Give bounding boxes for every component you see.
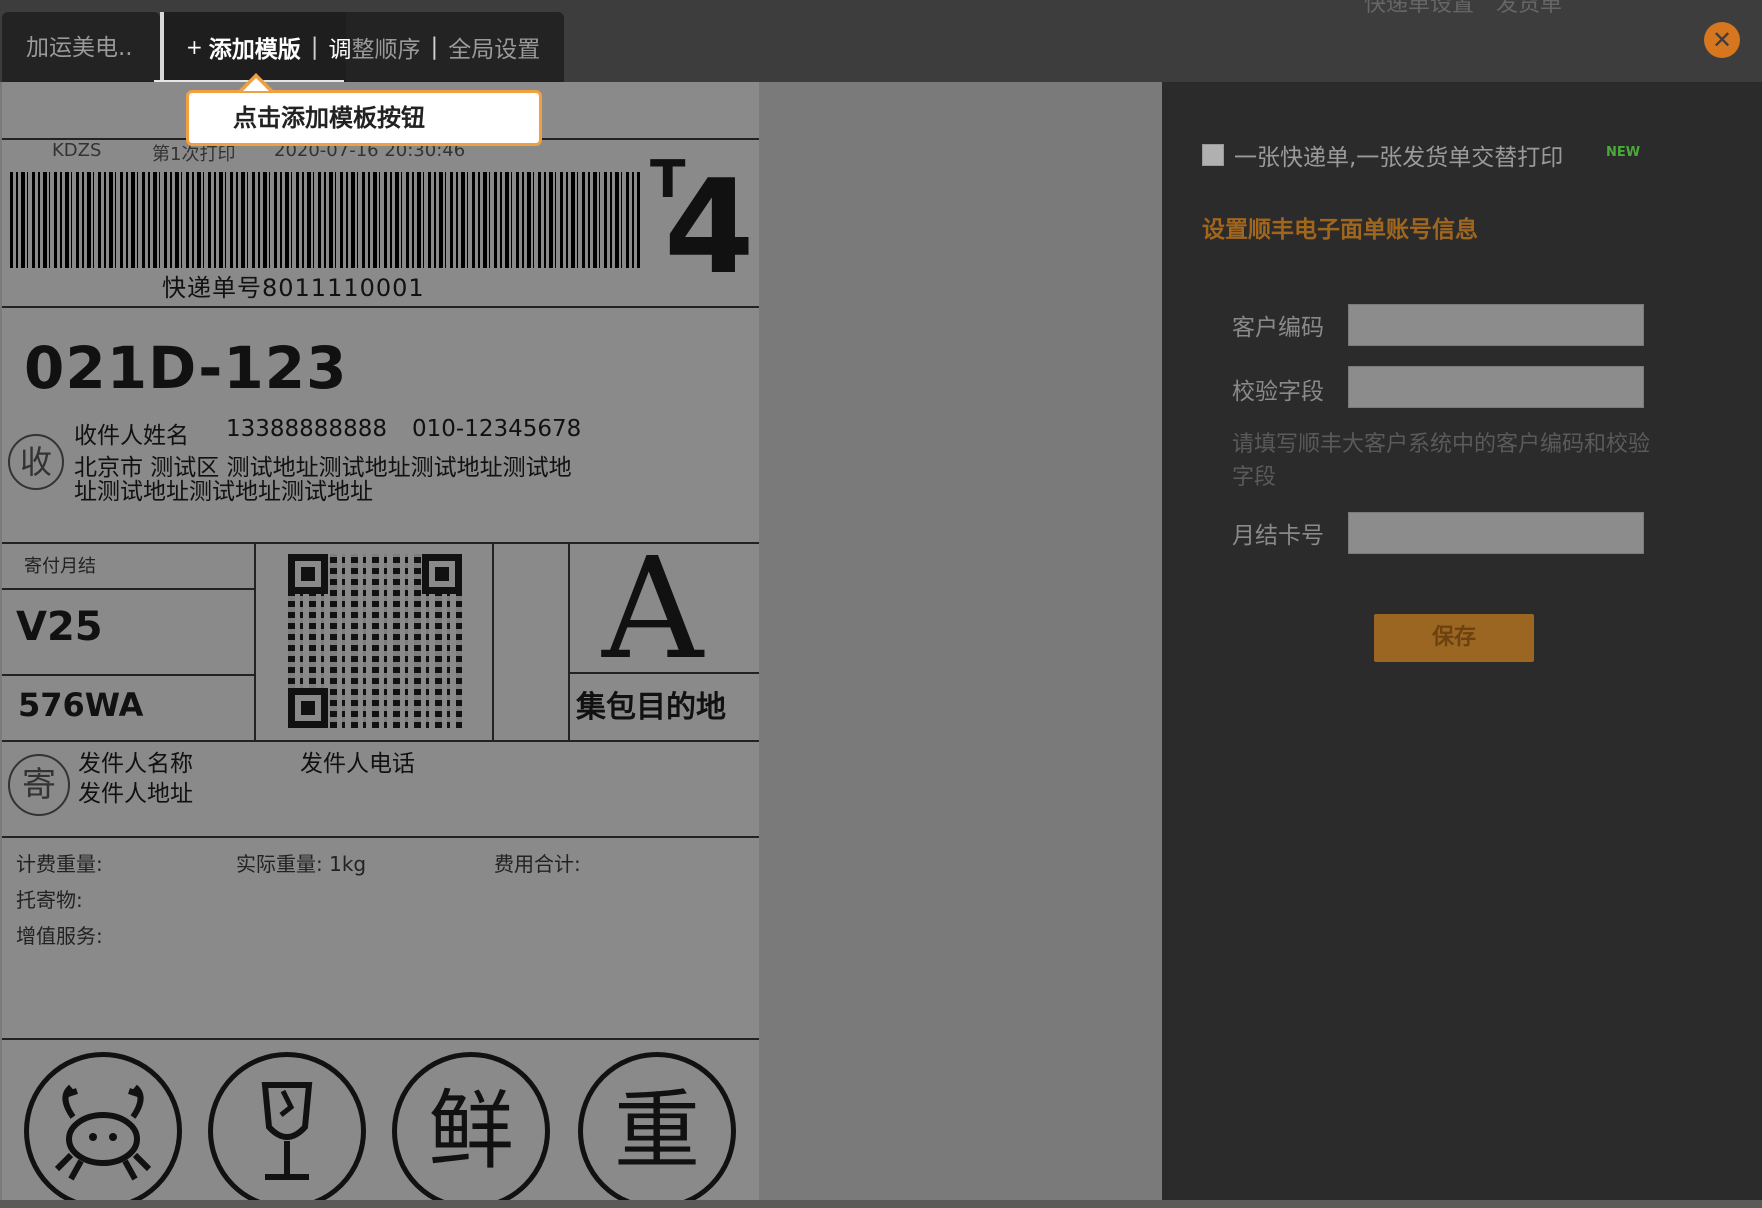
monthly-card-label: 月结卡号 xyxy=(1232,523,1324,549)
save-button[interactable]: 保存 xyxy=(1374,614,1534,662)
label-brand: KDZS xyxy=(52,140,102,161)
divider xyxy=(2,306,759,308)
fragile-glass-icon-svg xyxy=(261,1082,313,1180)
sender-mark: 寄 xyxy=(8,754,70,816)
sort-code-1: V25 xyxy=(16,604,103,650)
waybill-preview: KDZS 第1次打印 2020-07-16 20:30:46 快递单号80111… xyxy=(2,82,759,1200)
sender-phone: 发件人电话 xyxy=(300,751,415,777)
crab-icon xyxy=(24,1052,182,1208)
divider xyxy=(2,740,759,742)
receiver-address-line2: 址测试地址测试地址测试地址 xyxy=(74,479,373,505)
divider xyxy=(2,1038,759,1040)
section-title: 设置顺丰电子面单账号信息 xyxy=(1202,217,1478,243)
add-template-tooltip: 点击添加模板按钮 xyxy=(186,90,542,146)
qr-finder xyxy=(422,554,462,594)
top-tab-invoice[interactable]: 发货单 xyxy=(1496,0,1562,18)
fragile-glass-icon xyxy=(208,1052,366,1208)
close-icon[interactable]: ✕ xyxy=(1704,22,1740,58)
actual-weight: 实际重量: 1kg xyxy=(236,852,367,876)
add-template-button[interactable]: 添加模版 xyxy=(209,30,301,64)
divider xyxy=(2,674,254,676)
heavy-icon: 重 xyxy=(578,1052,736,1208)
sort-code-2: 576WA xyxy=(18,686,144,724)
tracking-number: 快递单号8011110001 xyxy=(162,274,425,302)
account-hint: 请填写顺丰大客户系统中的客户编码和校验字段 xyxy=(1232,432,1651,490)
adjust-order-button[interactable]: 调整顺序 xyxy=(329,30,421,64)
charged-weight: 计费重量: xyxy=(16,852,103,876)
receiver-name: 收件人姓名 xyxy=(74,423,189,449)
alternate-print-label: 一张快递单,一张发货单交替打印 xyxy=(1234,145,1564,171)
verify-field-label: 校验字段 xyxy=(1232,379,1324,405)
tooltip-arrow xyxy=(243,78,269,91)
crab-icon-svg xyxy=(54,1084,152,1181)
top-tab-waybill-settings[interactable]: 快递单设置 xyxy=(1364,0,1474,18)
label-big-number: 4 xyxy=(664,151,755,303)
adjust-order-label-highlight: 调 xyxy=(328,37,352,63)
divider xyxy=(492,542,494,742)
fresh-icon: 鲜 xyxy=(392,1052,550,1208)
bottom-strip xyxy=(0,1200,1762,1208)
pay-type: 寄付月结 xyxy=(24,556,96,577)
global-settings-button[interactable]: 全局设置 xyxy=(448,30,540,64)
template-toolbar: + 添加模版 | 调整顺序 | 全局设置 xyxy=(186,12,540,82)
receiver-mobile: 13388888888 xyxy=(226,416,387,442)
verify-field-input[interactable] xyxy=(1348,366,1644,408)
route-code: 021D-123 xyxy=(24,334,348,402)
toolbar-separator: | xyxy=(310,34,319,60)
alternate-print-checkbox[interactable] xyxy=(1202,144,1224,166)
adjust-order-label-rest: 整顺序 xyxy=(351,37,421,63)
barcode xyxy=(10,172,640,268)
total-fee: 费用合计: xyxy=(494,852,581,876)
monthly-card-input[interactable] xyxy=(1348,512,1644,554)
qr-finder xyxy=(288,554,328,594)
receiver-mark: 收 xyxy=(8,434,64,490)
sender-name: 发件人名称 xyxy=(78,751,193,777)
goods: 托寄物: xyxy=(16,888,83,912)
tab-store[interactable]: 加运美电.. xyxy=(2,12,160,82)
qr-finder xyxy=(288,688,328,728)
label-big-letter: A xyxy=(602,528,704,691)
qr-code xyxy=(288,554,462,728)
value-added-service: 增值服务: xyxy=(16,924,103,948)
plus-icon: + xyxy=(186,35,203,59)
receiver-phone: 010-12345678 xyxy=(412,416,582,442)
hub-destination-label: 集包目的地 xyxy=(576,690,726,725)
customer-code-input[interactable] xyxy=(1348,304,1644,346)
divider xyxy=(568,542,570,742)
sender-address: 发件人地址 xyxy=(78,781,193,807)
divider xyxy=(2,836,759,838)
toolbar-separator: | xyxy=(430,34,439,60)
new-badge: NEW xyxy=(1606,145,1641,160)
divider xyxy=(2,588,254,590)
divider xyxy=(254,542,256,742)
customer-code-label: 客户编码 xyxy=(1232,315,1324,341)
